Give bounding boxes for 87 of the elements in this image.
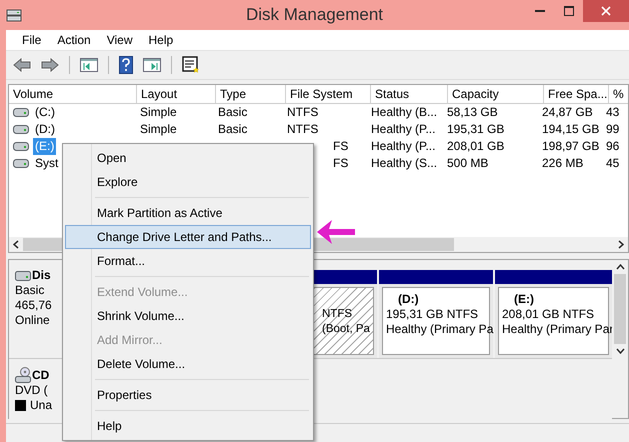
scroll-down-icon[interactable] [616,348,624,354]
table-cell: NTFS [287,120,318,138]
disk-info: DVD ( [15,383,48,398]
table-cell: FS [333,138,348,155]
column-header[interactable]: Status [371,84,448,103]
drive-icon [13,158,29,168]
table-cell: 45 [606,154,620,172]
table-cell: 194,15 GB [542,120,600,138]
partition-info: 208,01 GB NTFS [502,307,594,322]
table-cell: 208,01 GB [447,138,504,155]
table-cell: FS [333,154,348,172]
table-cell: Basic [218,104,248,121]
table-cell: 24,87 GB [542,104,593,121]
menu-item[interactable]: Open [65,146,311,170]
disk-name: CD [32,368,50,383]
menu-item[interactable]: Change Drive Letter and Paths... [65,225,311,249]
maximize-icon [564,6,574,16]
tree-pane-icon[interactable] [80,58,98,72]
table-cell: 195,31 GB [447,120,504,138]
scroll-left-icon[interactable] [13,240,19,250]
table-cell: Basic [218,120,248,138]
menu-item[interactable]: Properties [65,383,311,407]
table-cell: Healthy (B... [371,104,438,121]
partition-block[interactable]: (D:) 195,31 GB NTFS Healthy (Primary Pa [379,270,493,358]
disk-info: Online [15,313,50,328]
disk-info: 465,76 [15,298,52,314]
disk-info: Basic [15,283,44,298]
column-header[interactable]: Capacity [448,84,544,103]
menu-item[interactable]: Format... [65,249,311,273]
scroll-thumb[interactable] [614,274,626,344]
disk-icon [6,7,22,23]
table-cell: 99 [606,120,620,138]
legend-label: Una [30,398,52,414]
scroll-up-icon[interactable] [616,264,624,270]
table-cell: Simple [140,104,177,121]
menu-item[interactable]: File [14,32,50,47]
drive-label[interactable]: Syst [33,154,60,172]
cd-drive-icon [15,367,31,384]
menu-item[interactable]: Explore [65,170,311,194]
drive-label[interactable]: (D:) [33,120,57,138]
table-cell: 198,97 GB [542,138,600,155]
column-header[interactable]: Type [216,84,286,103]
table-cell: Healthy (S... [371,154,438,172]
drive-label[interactable]: (C:) [33,104,57,121]
partition-info: Healthy (Primary Pa [386,322,494,338]
forward-icon[interactable] [41,58,59,72]
drive-icon [13,142,29,151]
column-header[interactable]: Free Spa... [544,84,609,103]
menu-item[interactable]: Help [65,414,311,438]
table-cell: 500 MB [447,154,488,172]
menu-item[interactable]: Help [140,32,182,47]
column-header[interactable]: Layout [137,84,216,103]
table-cell: Healthy (P... [371,138,436,155]
table-cell: NTFS [287,104,318,121]
partition-info: 195,31 GB NTFS [386,307,478,322]
table-cell: 58,13 GB [447,104,498,121]
menu-item[interactable]: View [98,32,140,47]
column-header[interactable]: % [609,84,629,103]
partition-info: NTFS [322,307,352,322]
column-header[interactable]: File System [286,84,371,103]
partition-name: (D:) [397,292,419,308]
back-icon[interactable] [13,58,31,72]
menu-item[interactable]: Mark Partition as Active [65,201,311,225]
column-header[interactable]: Volume [9,84,137,103]
drive-icon [13,124,29,134]
table-cell: Simple [140,120,177,138]
scroll-right-icon[interactable] [618,240,624,250]
menu-item[interactable]: Action [49,32,99,47]
close-button[interactable] [583,0,629,22]
action-pane-icon[interactable] [143,58,161,72]
help-icon[interactable] [119,56,133,74]
properties-icon[interactable] [182,56,200,74]
close-icon [601,6,611,16]
unallocated-legend-icon [15,400,26,412]
table-cell: 96 [606,138,620,155]
minimize-icon [534,10,544,12]
table-cell: Healthy (P... [371,120,436,138]
table-cell: 43 [606,104,620,121]
partition-info: (Boot, Pa [322,322,370,338]
partition-block[interactable]: (E:) 208,01 GB NTFS Healthy (Primary Par [495,270,612,358]
drive-icon [13,108,29,117]
window-title: Disk Management [246,5,383,25]
disk-name: Dis [32,268,51,284]
partition-name: (E:) [513,292,534,308]
table-cell: 226 MB [542,154,584,172]
partition-info: Healthy (Primary Par [502,322,614,338]
pointer-arrow [316,218,356,246]
